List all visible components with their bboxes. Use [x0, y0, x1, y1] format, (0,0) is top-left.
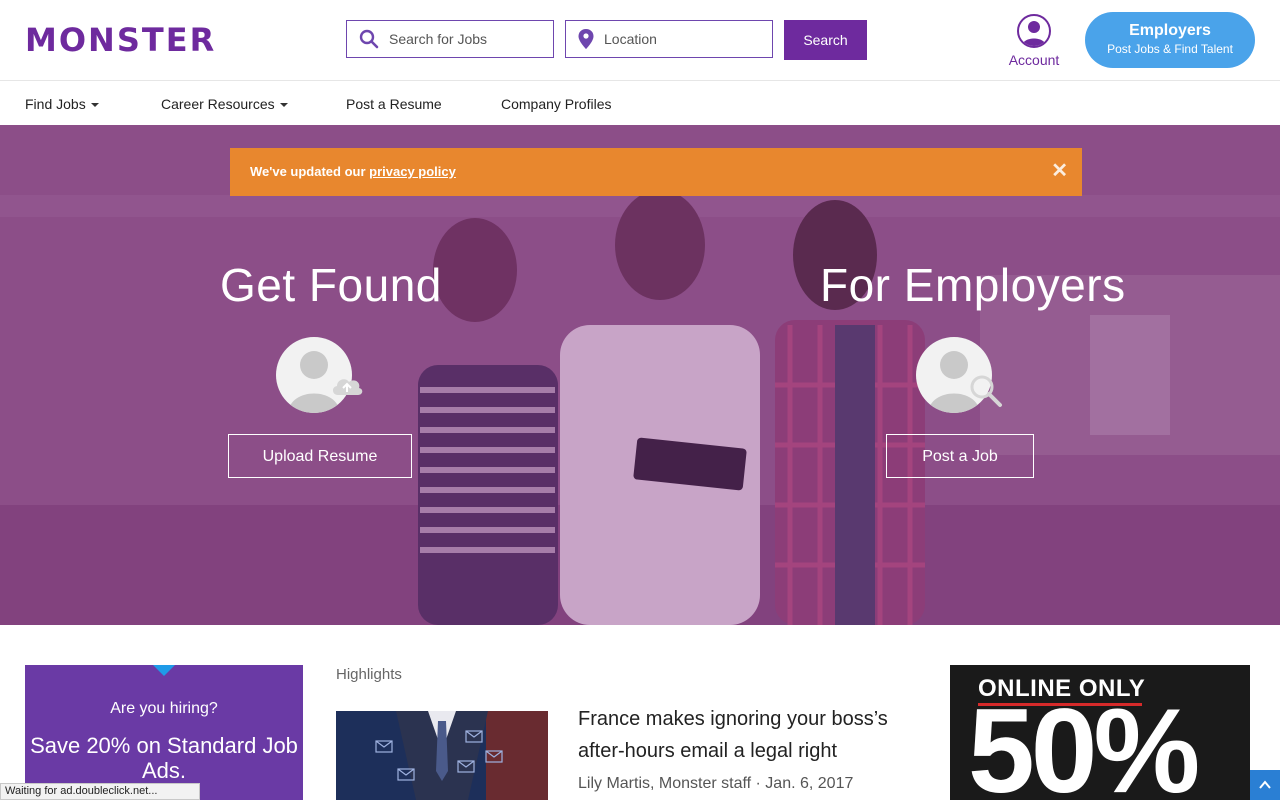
- nav-company-profiles[interactable]: Company Profiles: [501, 96, 612, 112]
- search-button[interactable]: Search: [784, 20, 867, 60]
- nav-post-resume[interactable]: Post a Resume: [346, 96, 442, 112]
- for-employers-title: For Employers: [820, 259, 1126, 311]
- job-search-field[interactable]: [346, 20, 554, 58]
- hero-section: We've updated our privacy policy ✕ Get F…: [0, 125, 1280, 625]
- highlights-heading: Highlights: [336, 666, 402, 683]
- scroll-to-top-button[interactable]: [1250, 770, 1280, 800]
- location-field[interactable]: [565, 20, 773, 58]
- article-title-link[interactable]: France makes ignoring your boss’s after-…: [578, 703, 918, 767]
- employers-title: Employers: [1129, 22, 1211, 39]
- location-pin-icon: [578, 29, 594, 49]
- caret-down-icon: [90, 103, 99, 108]
- hiring-promo-card[interactable]: Are you hiring? Save 20% on Standard Job…: [25, 665, 303, 800]
- get-found-title: Get Found: [220, 259, 442, 311]
- search-icon: [359, 29, 379, 49]
- site-header: MONSTER Search Account Employers Post Jo…: [0, 0, 1280, 81]
- privacy-banner: We've updated our privacy policy ✕: [230, 148, 1082, 196]
- account-label: Account: [1008, 52, 1060, 68]
- article-thumbnail[interactable]: [336, 711, 548, 800]
- ad-red-rule: [978, 703, 1142, 706]
- ad-top-text: ONLINE ONLY: [978, 675, 1146, 702]
- nav-item-label: Career Resources: [161, 96, 275, 112]
- main-nav: Find Jobs Career Resources Post a Resume…: [0, 81, 1280, 125]
- chevron-up-icon: [1259, 780, 1271, 789]
- magnifier-icon: [970, 375, 1002, 407]
- upload-resume-button[interactable]: Upload Resume: [228, 434, 412, 478]
- nav-find-jobs[interactable]: Find Jobs: [25, 96, 99, 112]
- caret-down-icon: [279, 103, 288, 108]
- account-avatar-icon: [1017, 14, 1051, 48]
- ad-big-text: 50%: [968, 684, 1200, 800]
- close-icon[interactable]: ✕: [1051, 161, 1068, 181]
- hero-background-image: [0, 125, 1280, 625]
- cloud-upload-icon: [332, 379, 363, 395]
- post-a-job-button[interactable]: Post a Job: [886, 434, 1034, 478]
- nav-item-label: Find Jobs: [25, 96, 86, 112]
- job-search-input[interactable]: [389, 31, 539, 47]
- promo-notch: [153, 665, 175, 676]
- promo-question: Are you hiring?: [110, 700, 218, 717]
- nav-career-resources[interactable]: Career Resources: [161, 96, 288, 112]
- account-link[interactable]: Account: [1005, 14, 1063, 68]
- monster-logo[interactable]: MONSTER: [25, 22, 216, 58]
- privacy-banner-text: We've updated our: [250, 164, 370, 179]
- promo-offer: Save 20% on Standard Job Ads.: [30, 733, 298, 783]
- browser-status-bar: Waiting for ad.doubleclick.net...: [0, 783, 200, 800]
- advertisement-banner[interactable]: 50% ONLINE ONLY: [950, 665, 1250, 800]
- employers-subtitle: Post Jobs & Find Talent: [1107, 42, 1233, 56]
- employers-button[interactable]: Employers Post Jobs & Find Talent: [1085, 12, 1255, 68]
- article-meta: Lily Martis, Monster staff · Jan. 6, 201…: [578, 775, 854, 792]
- privacy-policy-link[interactable]: privacy policy: [369, 164, 456, 179]
- location-input[interactable]: [604, 31, 754, 47]
